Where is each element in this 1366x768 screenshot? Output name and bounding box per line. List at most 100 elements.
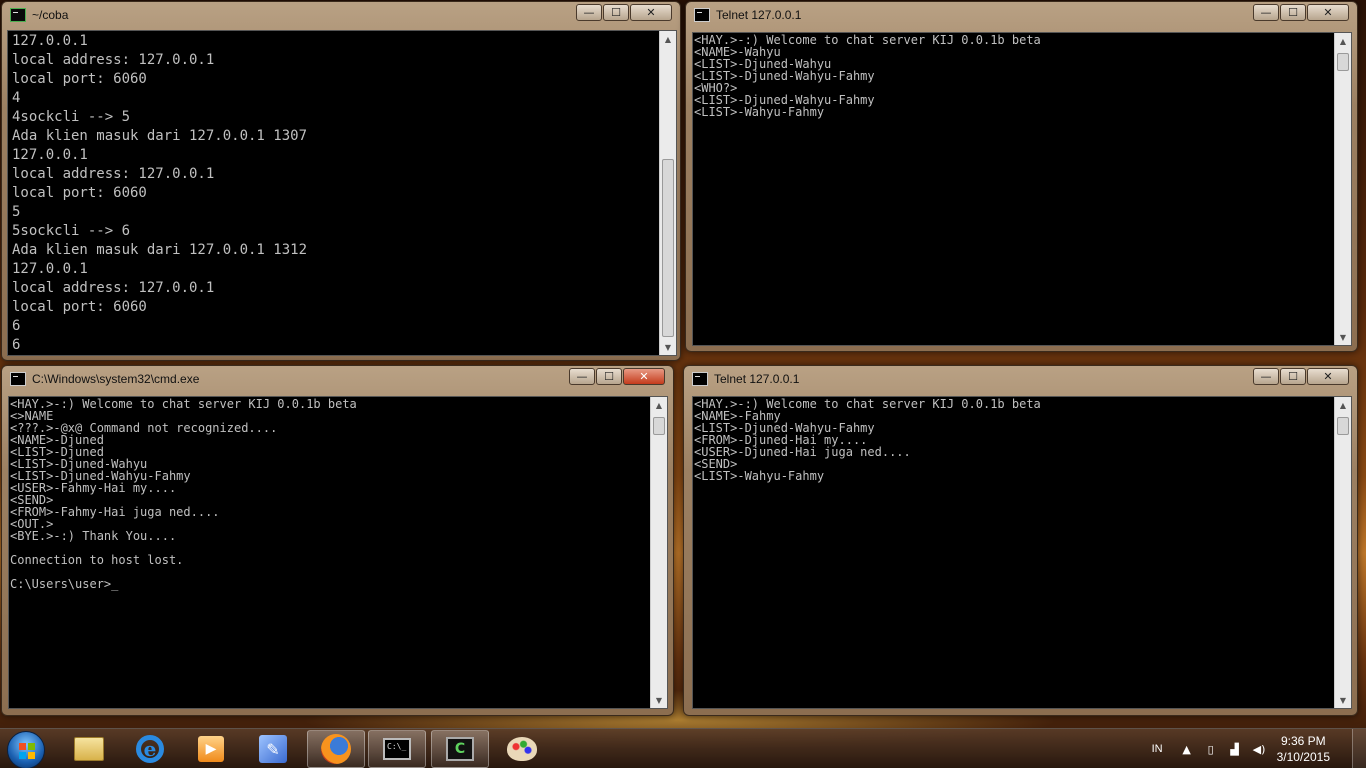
minimize-button[interactable]: — <box>569 368 595 385</box>
scrollbar-thumb[interactable] <box>1337 417 1349 435</box>
maximize-button[interactable]: ☐ <box>603 4 629 21</box>
cygwin-console-output: 127.0.0.1 local address: 127.0.0.1 local… <box>8 31 676 355</box>
console-line: local address: 127.0.0.1 <box>12 166 215 182</box>
internet-explorer-icon: e <box>136 735 164 763</box>
cygwin-console[interactable]: 127.0.0.1 local address: 127.0.0.1 local… <box>7 30 677 356</box>
console-icon <box>10 372 26 386</box>
scrollbar-thumb[interactable] <box>1337 53 1349 71</box>
console-line: <LIST>-Wahyu-Fahmy <box>694 105 825 119</box>
scroll-down-arrow-icon[interactable]: ▼ <box>1335 692 1351 708</box>
minimize-button[interactable]: — <box>1253 4 1279 21</box>
volume-icon[interactable]: ◀) <box>1253 743 1266 756</box>
show-desktop-button[interactable] <box>1352 729 1366 768</box>
cygwin-window[interactable]: ~/coba — ☐ ✕ 127.0.0.1 local address: 12… <box>1 1 681 361</box>
telnet-window-top[interactable]: Telnet 127.0.0.1 — ☐ ✕ <HAY.>-:) Welcome… <box>685 1 1358 352</box>
console-line: 6 <box>12 318 21 334</box>
console-line: <BYE.>-:) Thank You.... <box>10 529 177 543</box>
telnet-top-console-output: <HAY.>-:) Welcome to chat server KIJ 0.0… <box>693 33 1351 118</box>
taskbar-ie-button[interactable]: e <box>121 730 179 768</box>
taskbar-firefox-button[interactable] <box>307 730 365 768</box>
scroll-down-arrow-icon[interactable]: ▼ <box>660 339 676 355</box>
taskbar-cygwin-button[interactable]: C <box>431 730 489 768</box>
taskbar-tools-button[interactable]: ✎ <box>244 730 302 768</box>
minimize-button[interactable]: — <box>1253 368 1279 385</box>
console-line: local port: 6060 <box>12 71 147 87</box>
system-tray: IN ▲ ▯ ▟ ◀) 9:36 PM 3/10/2015 <box>1152 729 1366 768</box>
taskbar: e ▶ ✎ C:\_ C IN ▲ ▯ ▟ ◀) 9:36 PM 3/10/20… <box>0 728 1366 768</box>
clock[interactable]: 9:36 PM 3/10/2015 <box>1277 733 1330 765</box>
console-line: local address: 127.0.0.1 <box>12 280 215 296</box>
start-button[interactable] <box>7 731 45 768</box>
battery-icon[interactable]: ▯ <box>1205 743 1217 756</box>
console-line: 127.0.0.1 <box>12 33 88 49</box>
telnet-bottom-scrollbar[interactable]: ▲ ▼ <box>1334 397 1351 708</box>
scroll-up-arrow-icon[interactable]: ▲ <box>660 31 676 47</box>
cmd-console-output: <HAY.>-:) Welcome to chat server KIJ 0.0… <box>9 397 667 590</box>
scroll-up-arrow-icon[interactable]: ▲ <box>651 397 667 413</box>
windows-logo-icon <box>19 743 35 759</box>
scrollbar-thumb[interactable] <box>653 417 665 435</box>
telnet-top-title: Telnet 127.0.0.1 <box>716 8 802 22</box>
language-indicator[interactable]: IN <box>1152 743 1163 755</box>
maximize-button[interactable]: ☐ <box>1280 4 1306 21</box>
minimize-button[interactable]: — <box>576 4 602 21</box>
paint-icon <box>507 737 537 761</box>
cygwin-icon: C <box>446 737 474 761</box>
cmd-scrollbar[interactable]: ▲ ▼ <box>650 397 667 708</box>
console-line: 5 <box>12 204 21 220</box>
scroll-up-arrow-icon[interactable]: ▲ <box>1335 397 1351 413</box>
telnet-top-scrollbar[interactable]: ▲ ▼ <box>1334 33 1351 345</box>
telnet-bottom-console-output: <HAY.>-:) Welcome to chat server KIJ 0.0… <box>693 397 1351 482</box>
taskbar-cmd-button[interactable]: C:\_ <box>368 730 426 768</box>
console-line: 127.0.0.1 <box>12 261 88 277</box>
telnet-bottom-titlebar[interactable]: Telnet 127.0.0.1 — ☐ ✕ <box>684 366 1357 392</box>
cygwin-scrollbar[interactable]: ▲ ▼ <box>659 31 676 355</box>
console-line: local address: 127.0.0.1 <box>12 52 215 68</box>
cmd-titlebar[interactable]: C:\Windows\system32\cmd.exe — ☐ ✕ <box>2 366 673 392</box>
console-line: 4sockcli --> 5 <box>12 109 131 125</box>
cmd-console[interactable]: <HAY.>-:) Welcome to chat server KIJ 0.0… <box>8 396 668 709</box>
firefox-icon <box>321 734 351 764</box>
telnet-top-console[interactable]: <HAY.>-:) Welcome to chat server KIJ 0.0… <box>692 32 1352 346</box>
taskbar-paint-button[interactable] <box>493 730 551 768</box>
close-button[interactable]: ✕ <box>1307 368 1349 385</box>
console-line: Ada klien masuk dari 127.0.0.1 1312 <box>12 242 308 258</box>
console-line: 4 <box>12 90 21 106</box>
scroll-down-arrow-icon[interactable]: ▼ <box>1335 329 1351 345</box>
telnet-bottom-console[interactable]: <HAY.>-:) Welcome to chat server KIJ 0.0… <box>692 396 1352 709</box>
telnet-top-titlebar[interactable]: Telnet 127.0.0.1 — ☐ ✕ <box>686 2 1357 28</box>
scroll-down-arrow-icon[interactable]: ▼ <box>651 692 667 708</box>
windows-explorer-icon <box>74 737 104 761</box>
scroll-up-arrow-icon[interactable]: ▲ <box>1335 33 1351 49</box>
console-line: local port: 6060 <box>12 185 147 201</box>
taskbar-explorer-button[interactable] <box>60 730 118 768</box>
console-line: Connection to host lost. <box>10 553 184 567</box>
console-icon <box>692 372 708 386</box>
cygwin-titlebar[interactable]: ~/coba — ☐ ✕ <box>2 2 680 28</box>
console-line: 6 <box>12 337 21 353</box>
maximize-button[interactable]: ☐ <box>596 368 622 385</box>
close-button[interactable]: ✕ <box>630 4 672 21</box>
close-button[interactable]: ✕ <box>1307 4 1349 21</box>
console-line: <HAY.>-:) Welcome to chat server KIJ 0.0… <box>10 397 357 411</box>
cygwin-icon <box>10 8 26 22</box>
console-line: Ada klien masuk dari 127.0.0.1 1307 <box>12 128 308 144</box>
console-line: C:\Users\user>_ <box>10 577 119 591</box>
network-signal-icon[interactable]: ▟ <box>1229 743 1241 756</box>
close-button[interactable]: ✕ <box>623 368 665 385</box>
taskbar-media-button[interactable]: ▶ <box>182 730 240 768</box>
clock-date: 3/10/2015 <box>1276 750 1330 764</box>
media-player-icon: ▶ <box>198 736 224 762</box>
show-hidden-icons-icon[interactable]: ▲ <box>1181 743 1193 756</box>
console-line: <LIST>-Wahyu-Fahmy <box>694 469 825 483</box>
console-line: 127.0.0.1 <box>12 147 88 163</box>
scrollbar-thumb[interactable] <box>662 159 674 337</box>
cmd-icon: C:\_ <box>383 738 411 760</box>
cmd-window[interactable]: C:\Windows\system32\cmd.exe — ☐ ✕ <HAY.>… <box>1 365 674 716</box>
console-icon <box>694 8 710 22</box>
maximize-button[interactable]: ☐ <box>1280 368 1306 385</box>
console-line: local port: 6060 <box>12 299 147 315</box>
telnet-window-bottom[interactable]: Telnet 127.0.0.1 — ☐ ✕ <HAY.>-:) Welcome… <box>683 365 1358 716</box>
tools-icon: ✎ <box>259 735 287 763</box>
telnet-bottom-title: Telnet 127.0.0.1 <box>714 372 800 386</box>
